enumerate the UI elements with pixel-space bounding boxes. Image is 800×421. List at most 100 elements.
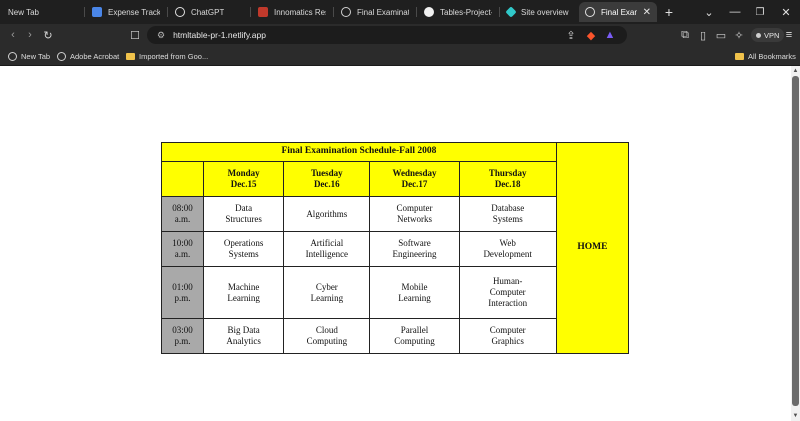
- reload-icon[interactable]: ↻: [40, 27, 56, 43]
- time-value: 03:00: [172, 325, 193, 336]
- folder-icon: [735, 52, 744, 60]
- bookmark-imported-folder[interactable]: Imported from Goo...: [126, 50, 208, 62]
- leo-ai-icon[interactable]: ✧: [731, 27, 747, 43]
- bookmark-icon[interactable]: ☐: [127, 27, 143, 43]
- tab-chatgpt[interactable]: ChatGPT: [169, 2, 249, 22]
- course-line: Interaction: [488, 297, 528, 308]
- home-cell: HOME: [555, 142, 630, 354]
- course-line: Computing: [394, 336, 435, 346]
- minimize-icon[interactable]: —: [727, 4, 743, 20]
- bookmark-new-tab[interactable]: New Tab: [8, 50, 50, 62]
- bookmark-adobe-acrobat[interactable]: Adobe Acrobat: [57, 50, 119, 62]
- course-cell: Mobile Learning: [369, 266, 460, 319]
- menu-icon[interactable]: ≡: [781, 27, 797, 43]
- scroll-thumb[interactable]: [792, 76, 799, 406]
- globe-icon: [8, 51, 17, 61]
- course-cell: Computer Networks: [369, 196, 460, 232]
- course-line: Software: [398, 238, 431, 249]
- tab-innomatics[interactable]: Innomatics Rese: [252, 2, 332, 22]
- folder-icon: [126, 52, 135, 60]
- course-line: Human-: [492, 276, 523, 287]
- address-bar[interactable]: ⚙ htmltable-pr-1.netlify.app: [147, 26, 627, 44]
- bookmark-label: Imported from Goo...: [139, 51, 209, 61]
- course-cell: Cyber Learning: [283, 266, 371, 319]
- course-line: Engineering: [392, 249, 437, 259]
- vertical-scrollbar[interactable]: ▲ ▼: [791, 66, 800, 421]
- github-icon: [424, 7, 434, 17]
- course-line: Machine: [227, 281, 260, 292]
- forward-icon[interactable]: ›: [22, 27, 38, 43]
- rewards-icon[interactable]: ▲: [602, 27, 618, 43]
- tab-title: Expense Tracker: [108, 7, 160, 17]
- globe-icon: [585, 7, 595, 17]
- extensions-icon[interactable]: ⧉: [677, 27, 693, 43]
- exam-schedule-table: Final Examination Schedule-Fall 2008 HOM…: [160, 142, 630, 354]
- tab-site-overview[interactable]: Site overview | N: [501, 2, 577, 22]
- docs-icon: [92, 7, 102, 17]
- day-date: Dec.17: [401, 179, 428, 189]
- time-value: 08:00: [172, 203, 193, 214]
- course-line: Data: [235, 203, 253, 214]
- course-cell: Web Development: [458, 231, 557, 267]
- bookmark-label: New Tab: [21, 51, 51, 61]
- time-slot: 10:00 a.m.: [160, 231, 205, 267]
- course-line: Analytics: [226, 336, 261, 346]
- course-line: Cloud: [315, 325, 338, 336]
- course-line: Computer: [489, 325, 526, 336]
- course-line: Algorithms: [306, 208, 348, 219]
- tab-search-chevron-icon[interactable]: ⌄: [701, 4, 717, 20]
- course-line: Learning: [227, 292, 260, 303]
- vpn-button[interactable]: VPN: [751, 28, 785, 42]
- day-name: Tuesday: [310, 168, 343, 179]
- time-period: a.m.: [174, 249, 191, 259]
- course-line: Development: [483, 249, 532, 259]
- time-value: 10:00: [172, 238, 193, 249]
- tab-expense-tracker[interactable]: Expense Tracker: [86, 2, 166, 22]
- day-date: Dec.16: [313, 179, 340, 189]
- course-cell: Software Engineering: [369, 231, 460, 267]
- toolbar: ‹ › ↻ ☐ ⚙ htmltable-pr-1.netlify.app ⇪ ◆…: [0, 24, 800, 46]
- time-slot: 03:00 p.m.: [160, 318, 205, 354]
- tab-final-exam-active[interactable]: Final Examin ✕: [579, 2, 657, 22]
- day-header: Tuesday Dec.16: [283, 161, 371, 197]
- share-icon[interactable]: ⇪: [563, 27, 579, 43]
- course-cell: Computer Graphics: [458, 318, 557, 354]
- innomatics-icon: [258, 7, 268, 17]
- restore-icon[interactable]: ❐: [752, 4, 768, 20]
- tab-title: Final Examin: [601, 7, 637, 17]
- day-header: Wednesday Dec.17: [369, 161, 460, 197]
- tab-new-tab[interactable]: New Tab: [2, 2, 82, 22]
- course-line: Web: [499, 238, 516, 249]
- time-value: 01:00: [172, 281, 193, 292]
- back-icon[interactable]: ‹: [5, 27, 21, 43]
- tab-title: Final Examination: [357, 7, 409, 17]
- bookmarks-bar: New Tab Adobe Acrobat Imported from Goo.…: [0, 46, 800, 66]
- course-line: Computing: [306, 336, 348, 346]
- wallet-icon[interactable]: ▭: [713, 27, 729, 43]
- tab-tables-project[interactable]: Tables-Project-1: [418, 2, 498, 22]
- day-header: Monday Dec.15: [203, 161, 285, 197]
- tab-final-examination[interactable]: Final Examination: [335, 2, 415, 22]
- all-bookmarks[interactable]: All Bookmarks: [735, 50, 796, 62]
- course-line: Systems: [228, 249, 259, 259]
- new-tab-plus-icon[interactable]: +: [661, 4, 677, 20]
- course-line: Computer: [396, 203, 433, 214]
- sidebar-icon[interactable]: ▯: [695, 27, 711, 43]
- close-tab-icon[interactable]: ✕: [643, 7, 651, 18]
- course-line: Artificial: [310, 238, 344, 249]
- tab-strip: New Tab Expense Tracker ChatGPT Innomati…: [0, 0, 800, 24]
- site-info-icon[interactable]: ⚙: [157, 30, 165, 41]
- day-header: Thursday Dec.18: [458, 161, 557, 197]
- course-cell: Data Structures: [203, 196, 285, 232]
- scroll-up-arrow-icon[interactable]: ▲: [791, 67, 800, 75]
- course-cell: Machine Learning: [203, 266, 285, 319]
- brave-shield-icon[interactable]: ◆: [583, 27, 599, 43]
- scroll-down-arrow-icon[interactable]: ▼: [791, 412, 800, 420]
- course-line: Mobile: [401, 281, 428, 292]
- course-cell: Artificial Intelligence: [283, 231, 371, 267]
- close-window-icon[interactable]: ✕: [778, 4, 794, 20]
- course-line: Structures: [225, 214, 262, 224]
- day-date: Dec.18: [494, 179, 521, 189]
- course-cell: Algorithms: [283, 196, 371, 232]
- tab-title: Site overview | N: [521, 7, 571, 17]
